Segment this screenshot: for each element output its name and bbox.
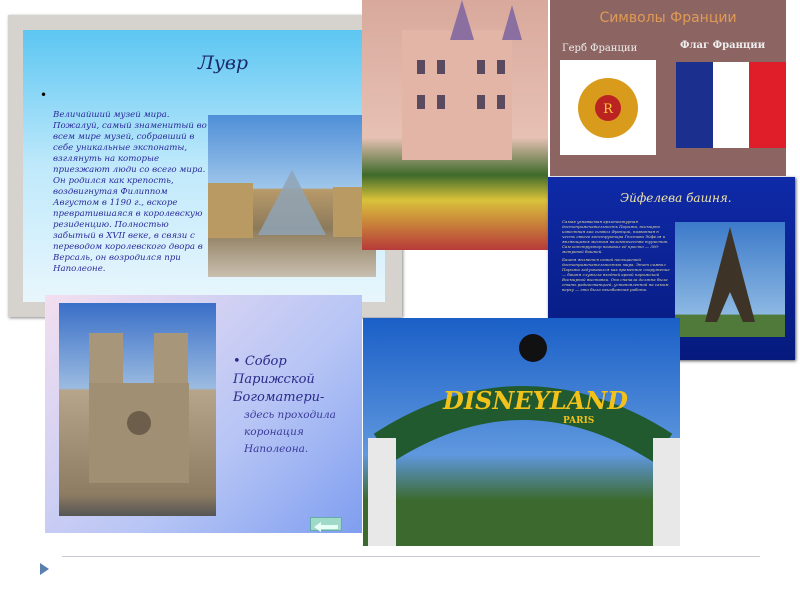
eiffel-text-1: Самая узнаваемая архитектурная достоприм… [562, 219, 669, 254]
coat-of-arms-image: R [560, 60, 656, 155]
eiffel-photo [675, 222, 785, 337]
back-arrow-button[interactable] [310, 517, 342, 532]
triangle-bullet-icon [40, 563, 49, 575]
symbols-slide: Символы Франции Герб Франции Флаг Франци… [550, 0, 787, 176]
symbols-title: Символы Франции [599, 10, 737, 26]
footer-divider [62, 556, 760, 557]
notre-dame-title: • Собор Парижской Богоматери- [233, 354, 325, 405]
flag-label: Флаг Франции [680, 40, 766, 51]
disneyland-sign-sub: PARIS [563, 416, 595, 426]
notre-dame-photo [59, 303, 216, 516]
castle-photo [362, 0, 548, 250]
french-flag-image [676, 62, 787, 148]
notre-dame-subtitle: здесь проходила коронация Наполеона. [244, 409, 336, 455]
louvre-photo [208, 115, 376, 277]
notre-dame-slide: • Собор Парижской Богоматери- здесь прох… [45, 295, 362, 533]
eiffel-title: Эйфелева башня. [620, 191, 732, 205]
louvre-slide: Лувр • Величайший музей мира. Пожалуй, с… [8, 15, 402, 317]
eiffel-text-2: Башня является самой посещаемой достопри… [562, 257, 670, 292]
coat-label: Герб Франции [562, 43, 638, 54]
disneyland-photo: DISNEYLAND PARIS [363, 318, 680, 546]
svg-text:R: R [603, 102, 614, 117]
louvre-title: Лувр [198, 52, 249, 74]
disneyland-sign: DISNEYLAND [443, 386, 628, 415]
louvre-text: Величайший музей мира. Пожалуй, самый зн… [53, 110, 207, 274]
bullet: • [40, 88, 48, 102]
